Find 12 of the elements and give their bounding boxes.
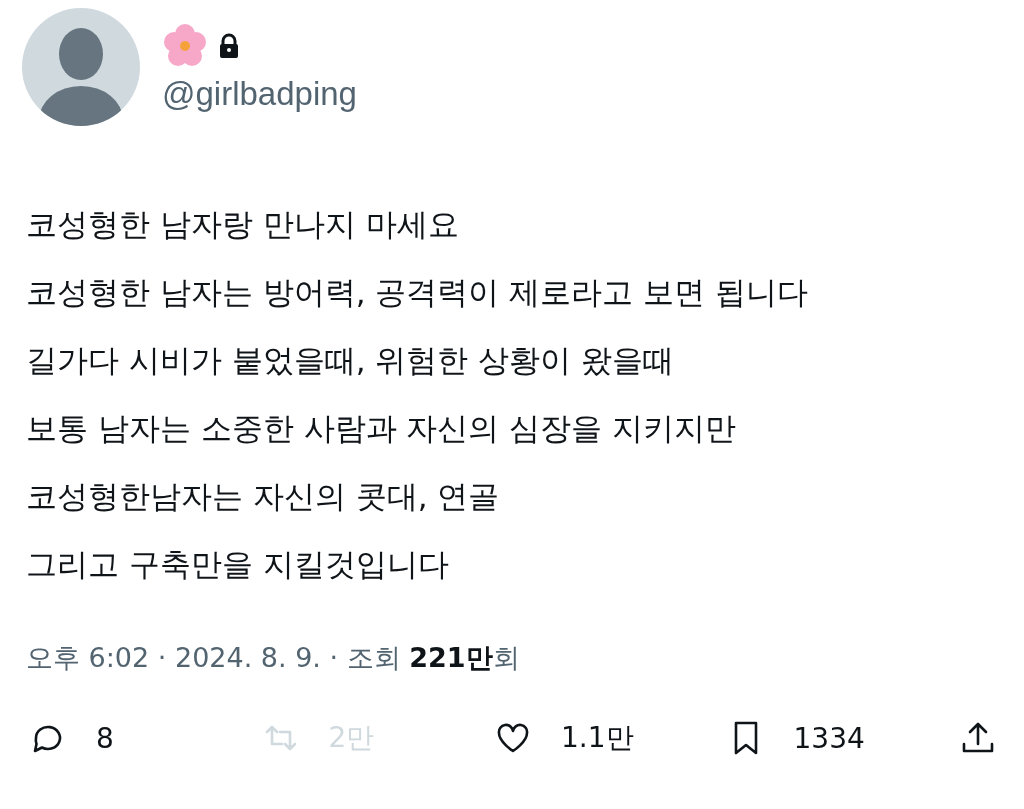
post-text-line: 보통 남자는 소중한 사람과 자신의 심장을 지키지만	[26, 409, 738, 448]
reply-button[interactable]: 8	[28, 718, 261, 758]
post-text-line: 길가다 시비가 붙었을때, 위험한 상황이 왔을때	[26, 341, 676, 380]
post-text-line: 그리고 구축만을 지킬것입니다	[26, 545, 450, 584]
like-button[interactable]: 1.1만	[493, 718, 726, 758]
bookmark-button[interactable]: 1334	[725, 718, 958, 758]
flower-icon	[162, 23, 208, 69]
post-meta: 오후 6:02 · 2024. 8. 9. · 조회 221만회	[25, 641, 521, 675]
post-text-line: 코성형한 남자는 방어력, 공격력이 제로라고 보면 됩니다	[26, 273, 809, 312]
post-text-line: 코성형한남자는 자신의 콧대, 연골	[26, 477, 501, 516]
user-handle[interactable]: @girlbadping	[162, 75, 357, 113]
post-text-line: 코성형한 남자랑 만나지 마세요	[26, 205, 460, 244]
